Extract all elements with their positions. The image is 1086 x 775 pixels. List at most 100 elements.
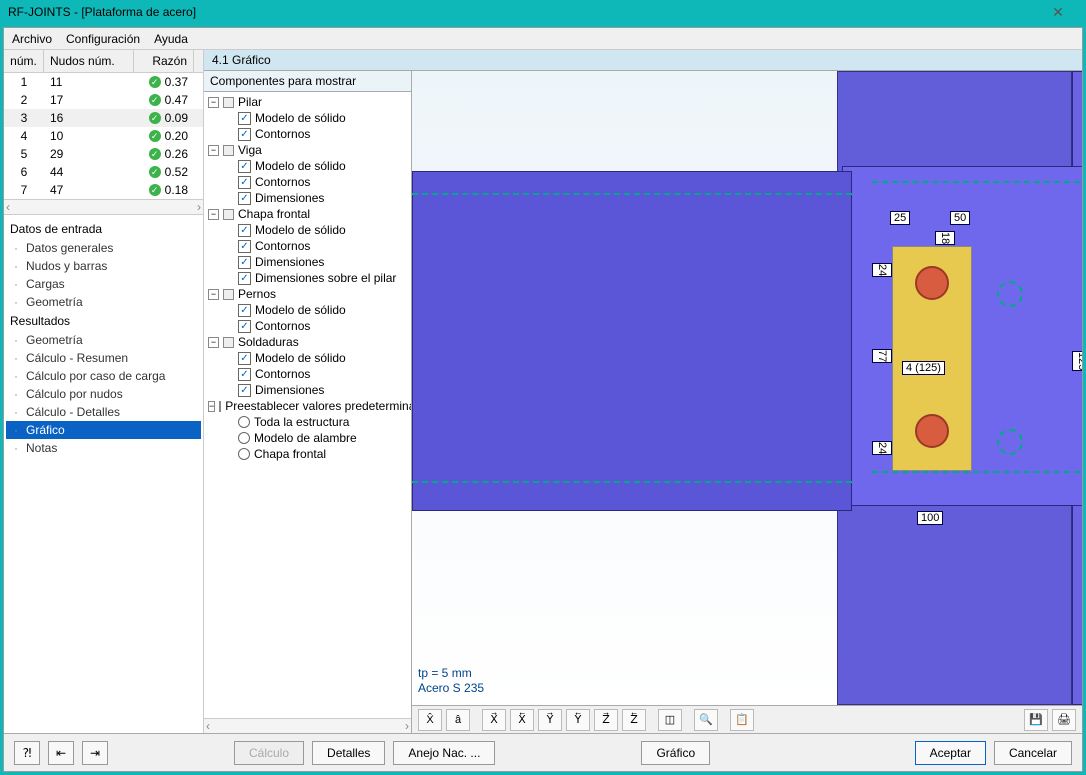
header-nudos[interactable]: Nudos núm.: [44, 50, 134, 72]
tree-chapa[interactable]: −Chapa frontal: [206, 206, 409, 222]
tree-pernos[interactable]: −Pernos: [206, 286, 409, 302]
view-zy-button[interactable]: Y⃖: [566, 709, 590, 731]
checkbox-icon[interactable]: ✓: [238, 176, 251, 189]
menu-configuracion[interactable]: Configuración: [66, 32, 140, 46]
view-a-button[interactable]: â: [446, 709, 470, 731]
checkbox-icon[interactable]: ✓: [238, 272, 251, 285]
nav-calculo-resumen[interactable]: Cálculo - Resumen: [6, 349, 201, 367]
checkbox-icon[interactable]: ✓: [238, 160, 251, 173]
collapse-icon[interactable]: −: [208, 97, 219, 108]
help-button[interactable]: ⁈: [14, 741, 40, 765]
viewport-info: tp = 5 mm Acero S 235: [418, 666, 484, 697]
table-row[interactable]: 316✓0.09: [4, 109, 203, 127]
checkbox-icon[interactable]: ✓: [238, 128, 251, 141]
radio-icon[interactable]: [238, 432, 250, 444]
tree-pernos-contornos[interactable]: ✓Contornos: [206, 318, 409, 334]
collapse-icon[interactable]: −: [208, 289, 219, 300]
checkbox-icon[interactable]: ✓: [238, 320, 251, 333]
tree-preset[interactable]: −Preestablecer valores predetermina: [206, 398, 409, 414]
table-row[interactable]: 111✓0.37: [4, 73, 203, 91]
checkbox-icon[interactable]: ✓: [238, 224, 251, 237]
table-row[interactable]: 529✓0.26: [4, 145, 203, 163]
menu-ayuda[interactable]: Ayuda: [154, 32, 188, 46]
tree-chapa-dim-pilar[interactable]: ✓Dimensiones sobre el pilar: [206, 270, 409, 286]
table-row[interactable]: 217✓0.47: [4, 91, 203, 109]
view-yz-button[interactable]: Y⃗: [538, 709, 562, 731]
anejo-button[interactable]: Anejo Nac. ...: [393, 741, 495, 765]
nav-calculo-detalles[interactable]: Cálculo - Detalles: [6, 403, 201, 421]
detalles-button[interactable]: Detalles: [312, 741, 385, 765]
nav-header-results: Resultados: [6, 311, 201, 331]
tree-soldaduras[interactable]: −Soldaduras: [206, 334, 409, 350]
collapse-icon[interactable]: −: [208, 401, 215, 412]
checkbox-icon[interactable]: ✓: [238, 240, 251, 253]
titlebar: RF-JOINTS - [Plataforma de acero] ✕: [0, 0, 1086, 24]
tree-chapa-modelo[interactable]: ✓Modelo de sólido: [206, 222, 409, 238]
radio-icon[interactable]: [238, 448, 250, 460]
horizontal-scrollbar[interactable]: ‹›: [4, 199, 203, 215]
nav-calculo-nudos[interactable]: Cálculo por nudos: [6, 385, 201, 403]
iso-view-button[interactable]: ◫: [658, 709, 682, 731]
view-xz-button[interactable]: Z⃖: [622, 709, 646, 731]
grafico-button[interactable]: Gráfico: [641, 741, 710, 765]
view-xy-button[interactable]: X⃗: [482, 709, 506, 731]
tree-chapa-dimensiones[interactable]: ✓Dimensiones: [206, 254, 409, 270]
tree-preset-chapa[interactable]: Chapa frontal: [206, 446, 409, 462]
tree-viga[interactable]: −Viga: [206, 142, 409, 158]
check-icon: ✓: [149, 112, 161, 124]
checkbox-icon[interactable]: ✓: [238, 256, 251, 269]
view-x-button[interactable]: X̂: [418, 709, 442, 731]
save-button[interactable]: 💾: [1024, 709, 1048, 731]
collapse-icon[interactable]: −: [208, 337, 219, 348]
tree-pilar[interactable]: −Pilar: [206, 94, 409, 110]
nav-notas[interactable]: Notas: [6, 439, 201, 457]
nav-nudos-barras[interactable]: Nudos y barras: [6, 257, 201, 275]
nav-tree: Datos de entrada Datos generales Nudos y…: [4, 215, 203, 733]
checkbox-icon[interactable]: ✓: [238, 352, 251, 365]
tree-sold-dimensiones[interactable]: ✓Dimensiones: [206, 382, 409, 398]
collapse-icon[interactable]: −: [208, 145, 219, 156]
view-zx-button[interactable]: Z⃗: [594, 709, 618, 731]
table-row[interactable]: 747✓0.18: [4, 181, 203, 199]
copy-button[interactable]: 📋: [730, 709, 754, 731]
checkbox-icon[interactable]: ✓: [238, 192, 251, 205]
checkbox-icon[interactable]: ✓: [238, 368, 251, 381]
nav-calculo-caso[interactable]: Cálculo por caso de carga: [6, 367, 201, 385]
menu-archivo[interactable]: Archivo: [12, 32, 52, 46]
tree-sold-modelo[interactable]: ✓Modelo de sólido: [206, 350, 409, 366]
3d-viewport[interactable]: 25 50 18 24 77 24 100 125 4 (125): [412, 71, 1082, 705]
tree-pilar-contornos[interactable]: ✓Contornos: [206, 126, 409, 142]
tree-pilar-modelo[interactable]: ✓Modelo de sólido: [206, 110, 409, 126]
close-icon[interactable]: ✕: [1038, 4, 1078, 21]
nav-grafico[interactable]: Gráfico: [6, 421, 201, 439]
tree-pernos-modelo[interactable]: ✓Modelo de sólido: [206, 302, 409, 318]
tree-viga-modelo[interactable]: ✓Modelo de sólido: [206, 158, 409, 174]
import-button[interactable]: ⇤: [48, 741, 74, 765]
zoom-button[interactable]: 🔍: [694, 709, 718, 731]
tree-viga-contornos[interactable]: ✓Contornos: [206, 174, 409, 190]
checkbox-icon[interactable]: ✓: [238, 304, 251, 317]
nav-datos-generales[interactable]: Datos generales: [6, 239, 201, 257]
collapse-icon[interactable]: −: [208, 209, 219, 220]
tree-chapa-contornos[interactable]: ✓Contornos: [206, 238, 409, 254]
header-num[interactable]: núm.: [4, 50, 44, 72]
view-yx-button[interactable]: X⃖: [510, 709, 534, 731]
tree-sold-contornos[interactable]: ✓Contornos: [206, 366, 409, 382]
tree-scrollbar[interactable]: ‹›: [204, 718, 411, 733]
aceptar-button[interactable]: Aceptar: [915, 741, 986, 765]
tree-preset-toda[interactable]: Toda la estructura: [206, 414, 409, 430]
nav-geometria-in[interactable]: Geometría: [6, 293, 201, 311]
table-row[interactable]: 410✓0.20: [4, 127, 203, 145]
nav-cargas[interactable]: Cargas: [6, 275, 201, 293]
header-razon[interactable]: Razón: [134, 50, 194, 72]
radio-icon[interactable]: [238, 416, 250, 428]
tree-preset-alambre[interactable]: Modelo de alambre: [206, 430, 409, 446]
nav-geometria-out[interactable]: Geometría: [6, 331, 201, 349]
table-row[interactable]: 644✓0.52: [4, 163, 203, 181]
export-button[interactable]: ⇥: [82, 741, 108, 765]
print-button[interactable]: 🖨: [1052, 709, 1076, 731]
checkbox-icon[interactable]: ✓: [238, 384, 251, 397]
checkbox-icon[interactable]: ✓: [238, 112, 251, 125]
tree-viga-dimensiones[interactable]: ✓Dimensiones: [206, 190, 409, 206]
cancelar-button[interactable]: Cancelar: [994, 741, 1072, 765]
